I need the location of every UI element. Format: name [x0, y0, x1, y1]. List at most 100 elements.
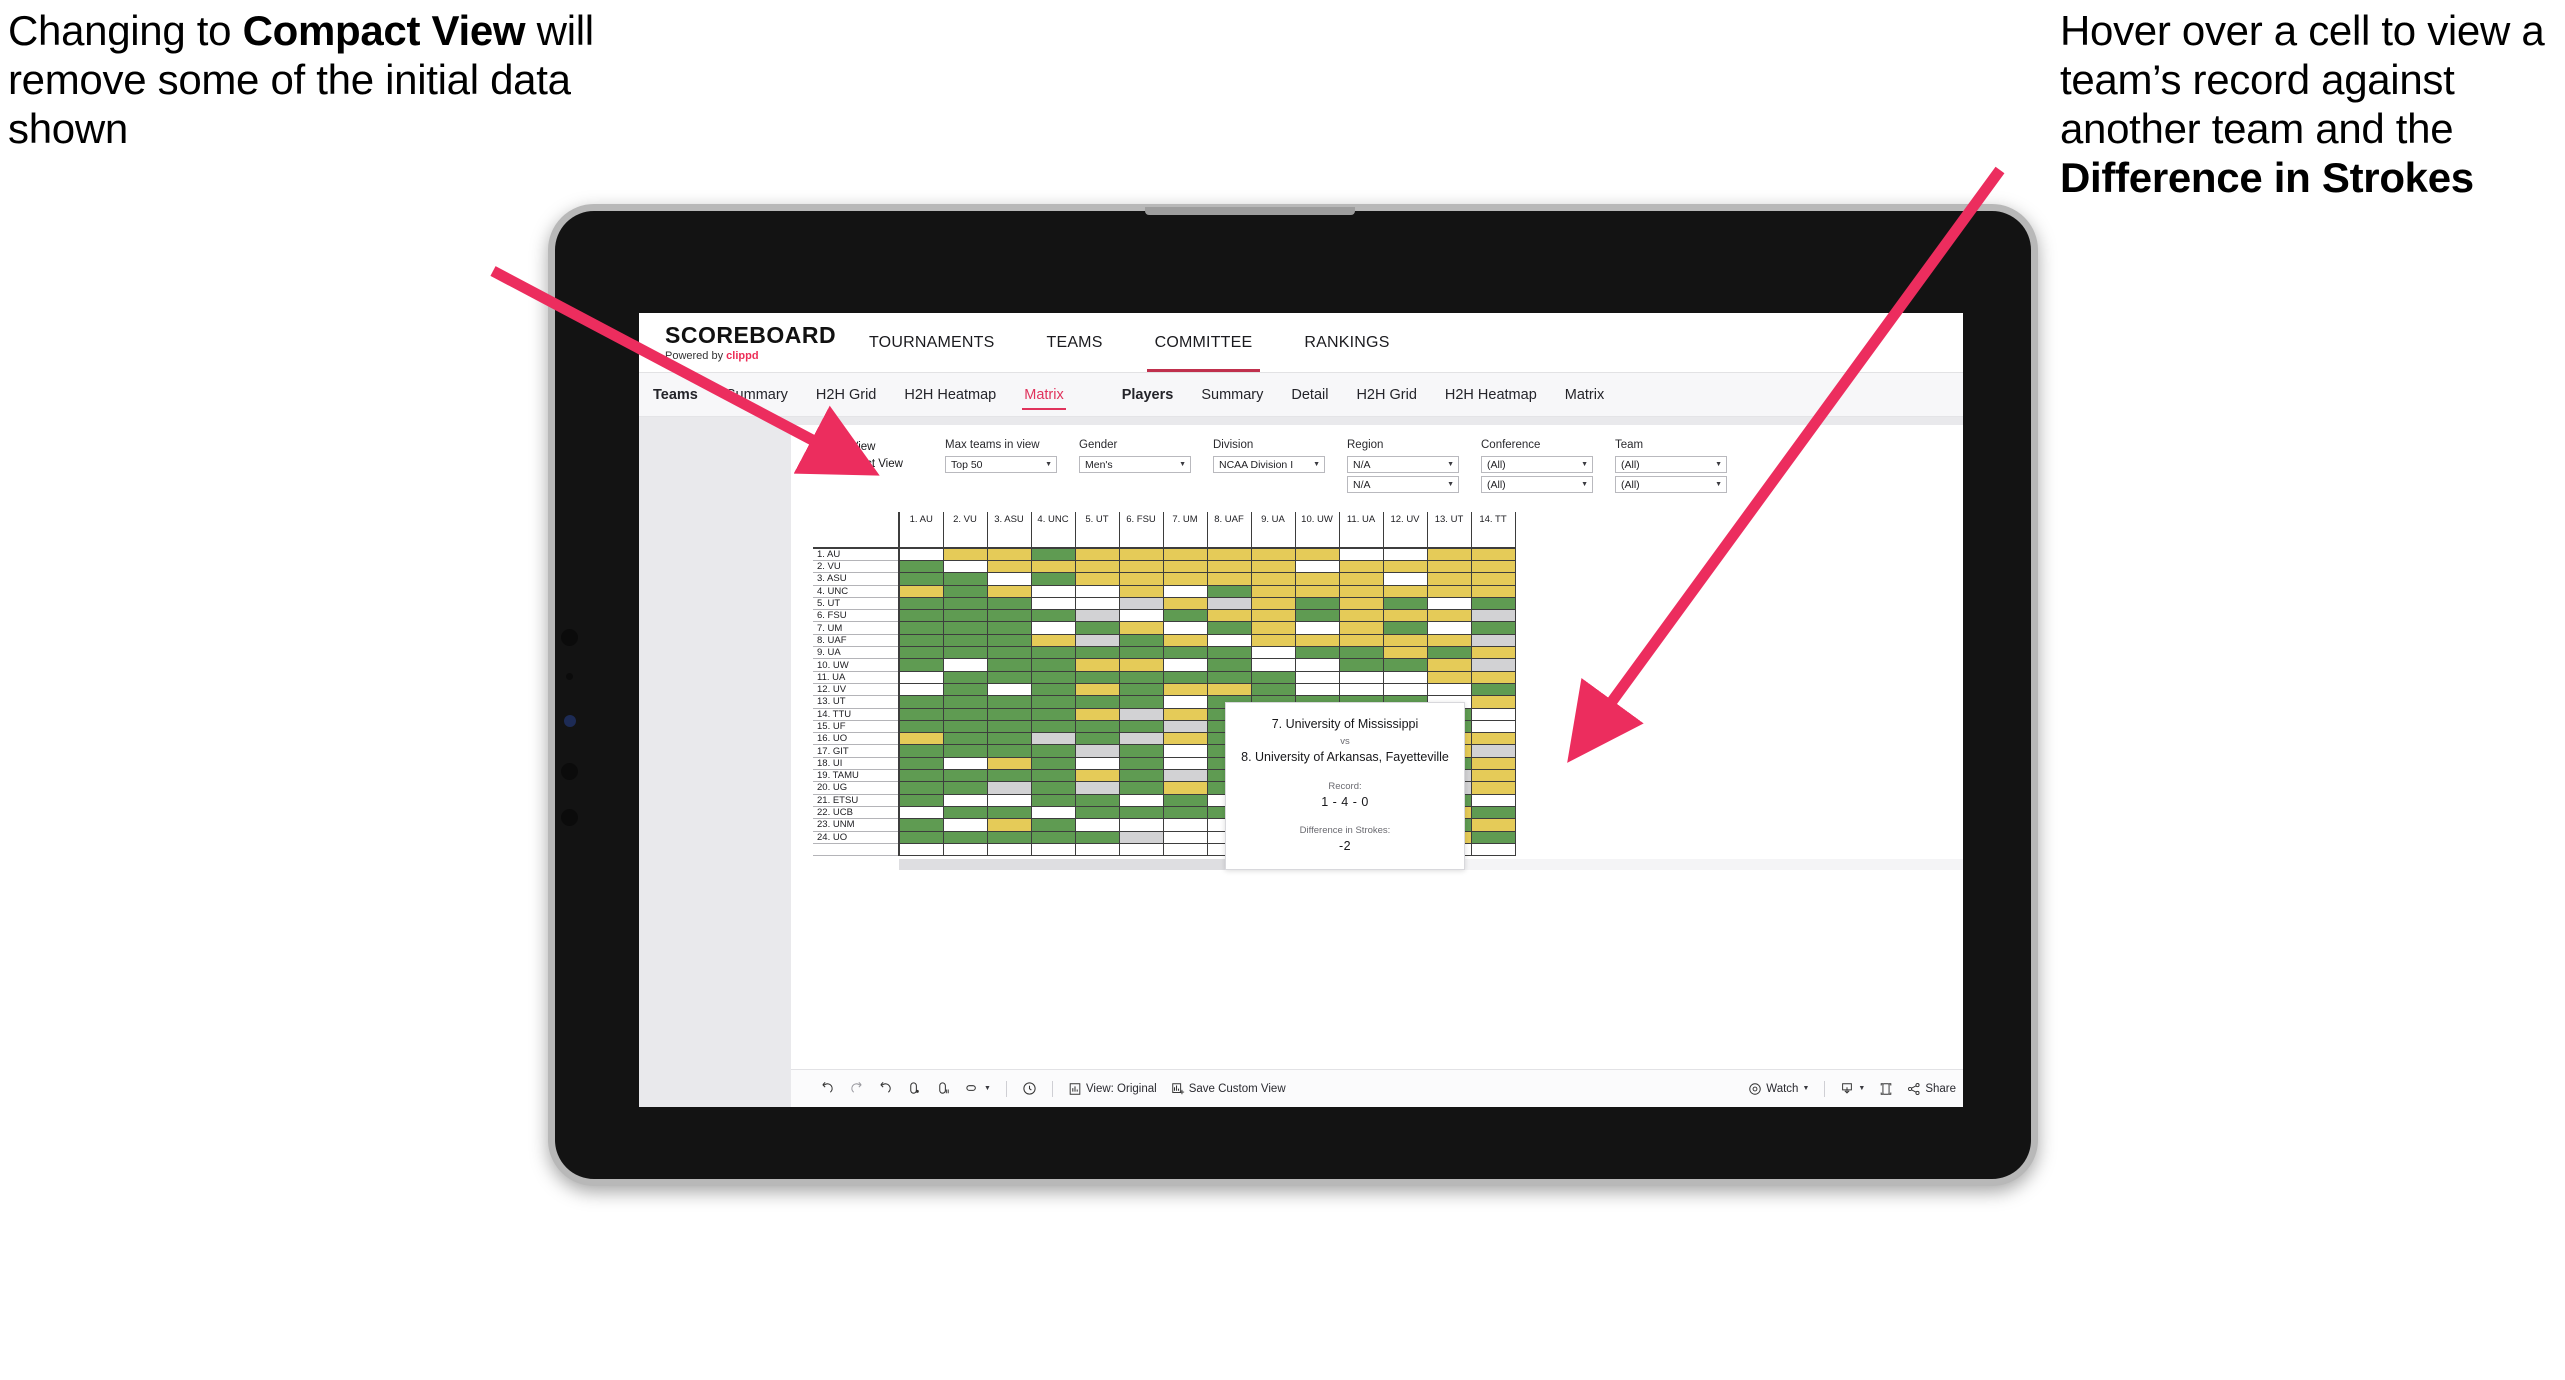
matrix-cell[interactable]: [1294, 596, 1340, 611]
matrix-cell[interactable]: [942, 732, 988, 746]
matrix-cell[interactable]: [986, 547, 1032, 561]
matrix-cell[interactable]: [986, 572, 1032, 586]
matrix-cell[interactable]: [1294, 547, 1340, 561]
matrix-cell[interactable]: [1338, 646, 1384, 660]
matrix-cell[interactable]: [986, 842, 1032, 857]
matrix-cell[interactable]: [1162, 842, 1208, 857]
matrix-cell[interactable]: [1074, 646, 1120, 660]
matrix-cell[interactable]: [1470, 818, 1516, 832]
highlight-icon[interactable]: ▼: [958, 1081, 998, 1096]
matrix-row-header[interactable]: 24. UO: [813, 831, 900, 844]
matrix-cell[interactable]: [898, 670, 944, 684]
matrix-cell[interactable]: [1030, 818, 1076, 832]
matrix-cell[interactable]: [1030, 633, 1076, 648]
matrix-cell[interactable]: [1030, 830, 1076, 844]
subnav-teams-h2h-grid[interactable]: H2H Grid: [802, 373, 890, 416]
matrix-cell[interactable]: [986, 818, 1032, 832]
matrix-cell[interactable]: [942, 633, 988, 648]
matrix-cell[interactable]: [1162, 633, 1208, 648]
matrix-cell[interactable]: [1162, 559, 1208, 574]
matrix-cell[interactable]: [1162, 658, 1208, 672]
matrix-cell[interactable]: [1074, 707, 1120, 721]
matrix-cell[interactable]: [898, 682, 944, 697]
matrix-cell[interactable]: [898, 744, 944, 758]
matrix-cell[interactable]: [1118, 646, 1164, 660]
matrix-cell[interactable]: [942, 818, 988, 832]
matrix-cell[interactable]: [1118, 781, 1164, 795]
matrix-cell[interactable]: [942, 572, 988, 586]
matrix-cell[interactable]: [1470, 547, 1516, 561]
matrix-cell[interactable]: [898, 584, 944, 598]
matrix-cell[interactable]: [898, 596, 944, 611]
matrix-cell[interactable]: [1162, 769, 1208, 783]
filter-conference-select-2[interactable]: (All) ▼: [1481, 476, 1593, 493]
matrix-row-header[interactable]: 1. AU: [813, 548, 900, 561]
matrix-cell[interactable]: [986, 756, 1032, 771]
matrix-cell[interactable]: [942, 584, 988, 598]
matrix-cell[interactable]: [942, 609, 988, 623]
matrix-cell[interactable]: [1162, 670, 1208, 684]
matrix-cell[interactable]: [1470, 756, 1516, 771]
matrix-cell[interactable]: [1118, 732, 1164, 746]
matrix-cell[interactable]: [1250, 646, 1296, 660]
matrix-cell[interactable]: [1162, 609, 1208, 623]
matrix-cell[interactable]: [1118, 793, 1164, 807]
matrix-cell[interactable]: [1426, 596, 1472, 611]
matrix-cell[interactable]: [1250, 682, 1296, 697]
subnav-players-matrix[interactable]: Matrix: [1551, 373, 1618, 416]
matrix-cell[interactable]: [1382, 584, 1428, 598]
matrix-cell[interactable]: [1118, 842, 1164, 857]
matrix-cell[interactable]: [1470, 744, 1516, 758]
matrix-col-header[interactable]: 1. AU: [899, 512, 944, 549]
matrix-cell[interactable]: [1118, 695, 1164, 709]
matrix-cell[interactable]: [1074, 621, 1120, 635]
matrix-cell[interactable]: [898, 695, 944, 709]
matrix-cell[interactable]: [1030, 658, 1076, 672]
matrix-cell[interactable]: [898, 547, 944, 561]
radio-full-view[interactable]: Full View: [813, 441, 923, 453]
radio-compact-view-indicator[interactable]: [813, 459, 823, 469]
matrix-cell[interactable]: [1250, 658, 1296, 672]
matrix-cell[interactable]: [942, 559, 988, 574]
matrix-row-header[interactable]: 16. UO: [813, 732, 900, 746]
matrix-cell[interactable]: [1118, 572, 1164, 586]
matrix-cell[interactable]: [898, 805, 944, 820]
topnav-item-rankings[interactable]: RANKINGS: [1278, 313, 1415, 372]
matrix-cell[interactable]: [1074, 719, 1120, 734]
matrix-cell[interactable]: [898, 756, 944, 771]
matrix-row-header[interactable]: 18. UI: [813, 757, 900, 771]
matrix-cell[interactable]: [1338, 596, 1384, 611]
matrix-cell[interactable]: [1250, 572, 1296, 586]
radio-full-view-indicator[interactable]: [813, 442, 823, 452]
matrix-row-header[interactable]: 23. UNM: [813, 818, 900, 832]
matrix-cell[interactable]: [898, 707, 944, 721]
matrix-cell[interactable]: [1030, 769, 1076, 783]
undo-icon[interactable]: [813, 1081, 842, 1096]
matrix-cell[interactable]: [1426, 633, 1472, 648]
matrix-cell[interactable]: [1030, 572, 1076, 586]
matrix-cell[interactable]: [942, 707, 988, 721]
matrix-cell[interactable]: [1074, 682, 1120, 697]
matrix-row-header[interactable]: 21. ETSU: [813, 794, 900, 807]
matrix-col-header[interactable]: 10. UW: [1295, 512, 1340, 549]
matrix-cell[interactable]: [1118, 559, 1164, 574]
topnav-item-teams[interactable]: TEAMS: [1020, 313, 1128, 372]
matrix-cell[interactable]: [1162, 818, 1208, 832]
matrix-cell[interactable]: [1206, 559, 1252, 574]
matrix-row-header[interactable]: 11. UA: [813, 671, 900, 684]
matrix-cell[interactable]: [1470, 719, 1516, 734]
download-icon[interactable]: ▼: [1833, 1082, 1872, 1096]
matrix-cell[interactable]: [986, 719, 1032, 734]
matrix-cell[interactable]: [1338, 559, 1384, 574]
matrix-cell[interactable]: [1162, 719, 1208, 734]
matrix-cell[interactable]: [1030, 547, 1076, 561]
matrix-cell[interactable]: [986, 769, 1032, 783]
matrix-cell[interactable]: [1030, 646, 1076, 660]
matrix-cell[interactable]: [1382, 596, 1428, 611]
matrix-cell[interactable]: [1162, 621, 1208, 635]
matrix-cell[interactable]: [1294, 633, 1340, 648]
matrix-cell[interactable]: [1294, 646, 1340, 660]
matrix-cell[interactable]: [1030, 707, 1076, 721]
filter-conference-select-1[interactable]: (All) ▼: [1481, 456, 1593, 473]
subnav-teams-h2h-heatmap[interactable]: H2H Heatmap: [890, 373, 1010, 416]
